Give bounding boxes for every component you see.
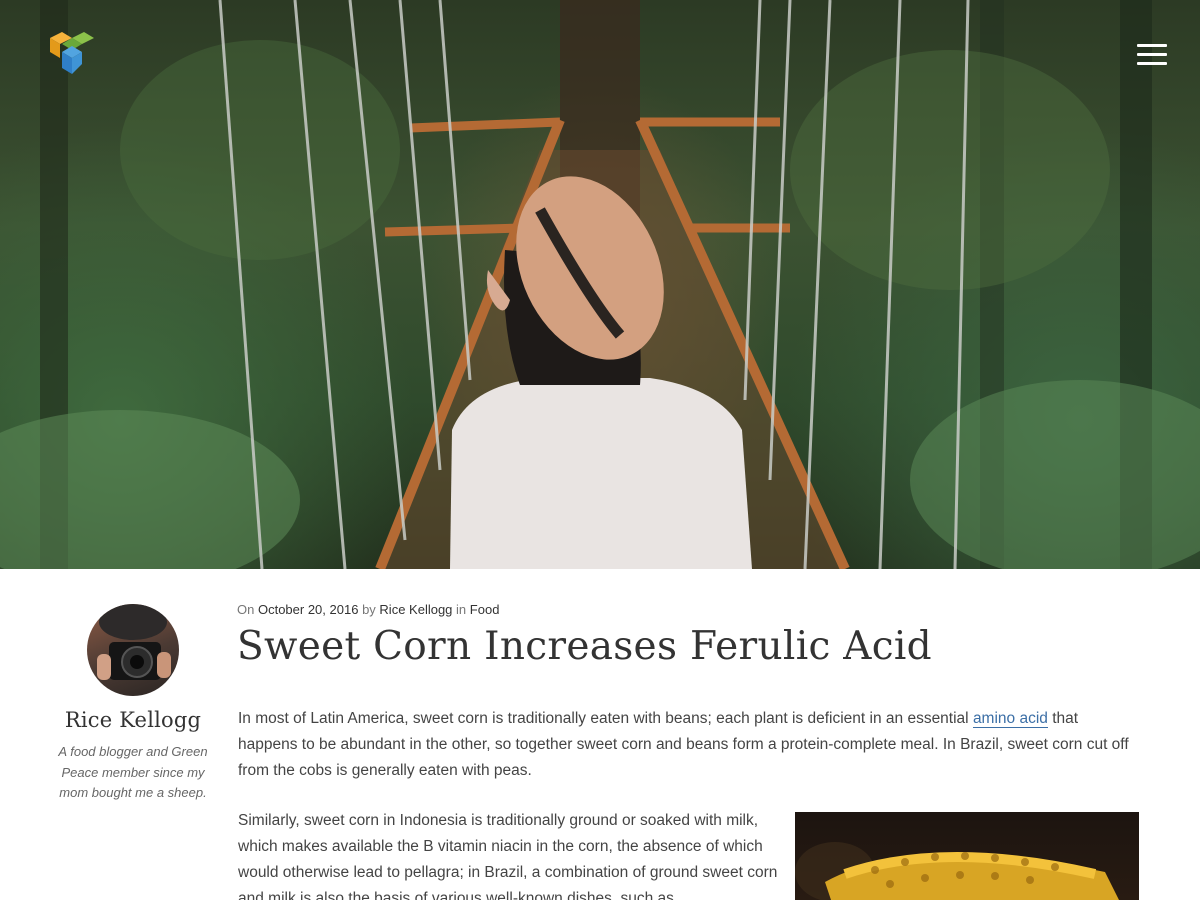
meta-on-label: On: [237, 602, 255, 617]
cube-logo-icon: [50, 32, 94, 74]
corn-photo: [795, 842, 1119, 900]
amino-acid-link[interactable]: amino acid: [972, 710, 1048, 728]
site-logo[interactable]: [48, 30, 96, 80]
post-category-link[interactable]: Food: [470, 602, 500, 617]
post-title: Sweet Corn Increases Ferulic Acid: [237, 624, 932, 669]
camera-icon: [97, 604, 171, 680]
forest-bridge-illustration: [0, 0, 1200, 569]
hero-image: [0, 0, 1200, 569]
meta-in-label: in: [456, 602, 467, 617]
hamburger-menu-button[interactable]: [1134, 42, 1170, 68]
post-paragraph-1: In most of Latin America, sweet corn is …: [238, 706, 1138, 784]
corn-image: [795, 812, 1139, 900]
hamburger-menu-icon: [1137, 44, 1167, 47]
paragraph-text: In most of Latin America, sweet corn is …: [238, 710, 973, 727]
author-avatar[interactable]: [87, 604, 179, 696]
post-meta: On October 20, 2016 by Rice Kellogg in F…: [237, 602, 499, 617]
author-name[interactable]: Rice Kellogg: [52, 708, 214, 732]
meta-by-label: by: [362, 602, 376, 617]
post-paragraph-2: Similarly, sweet corn in Indonesia is tr…: [238, 812, 778, 900]
author-bio: A food blogger and Green Peace member si…: [58, 744, 208, 800]
post-date-link[interactable]: October 20, 2016: [258, 602, 358, 617]
author-card: Rice Kellogg A food blogger and Green Pe…: [52, 604, 214, 804]
post-author-link[interactable]: Rice Kellogg: [379, 602, 452, 617]
